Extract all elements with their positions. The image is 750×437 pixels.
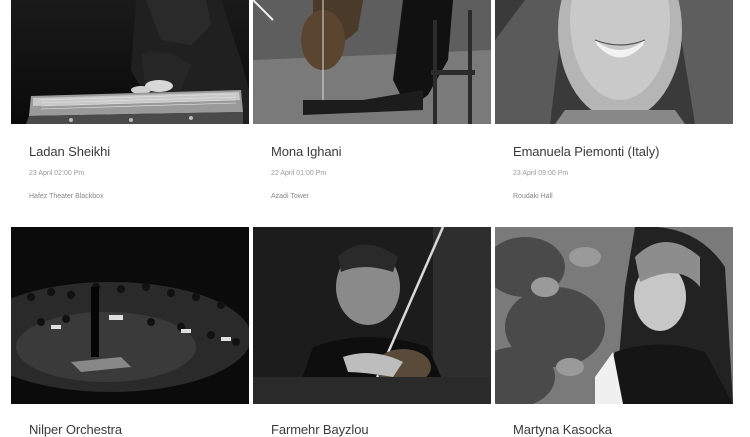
event-name[interactable]: Ladan Sheikhi (29, 144, 110, 159)
event-card[interactable]: Farmehr Bayzlou (253, 227, 491, 437)
photo-santur-player[interactable] (11, 0, 249, 124)
event-card[interactable]: Emanuela Piemonti (Italy) 23 April 09:00… (495, 0, 733, 225)
event-name[interactable]: Mona Ighani (271, 144, 342, 159)
event-date: 22 April 01:00 Pm (271, 170, 327, 177)
event-venue: Hafez Theater Blackbox (29, 193, 104, 200)
photo-smiling-woman[interactable] (495, 0, 733, 124)
event-date: 23 April 09:00 Pm (513, 170, 569, 177)
event-card[interactable]: Nilper Orchestra (11, 227, 249, 437)
photo-woman-headscarf[interactable] (495, 227, 733, 404)
event-grid: Ladan Sheikhi 23 April 02:00 Pm Hafez Th… (0, 0, 750, 437)
event-card[interactable]: Ladan Sheikhi 23 April 02:00 Pm Hafez Th… (11, 0, 249, 225)
event-venue: Azadi Tower (271, 193, 310, 200)
event-venue: Roudaki Hall (513, 193, 553, 200)
event-card[interactable]: Martyna Kasocka (495, 227, 733, 437)
event-name[interactable]: Emanuela Piemonti (Italy) (513, 144, 659, 159)
photo-orchestra-stage[interactable] (11, 227, 249, 404)
photo-cellist[interactable] (253, 0, 491, 124)
event-date: 23 April 02:00 Pm (29, 170, 85, 177)
event-card[interactable]: Mona Ighani 22 April 01:00 Pm Azadi Towe… (253, 0, 491, 225)
photo-violinist[interactable] (253, 227, 491, 404)
